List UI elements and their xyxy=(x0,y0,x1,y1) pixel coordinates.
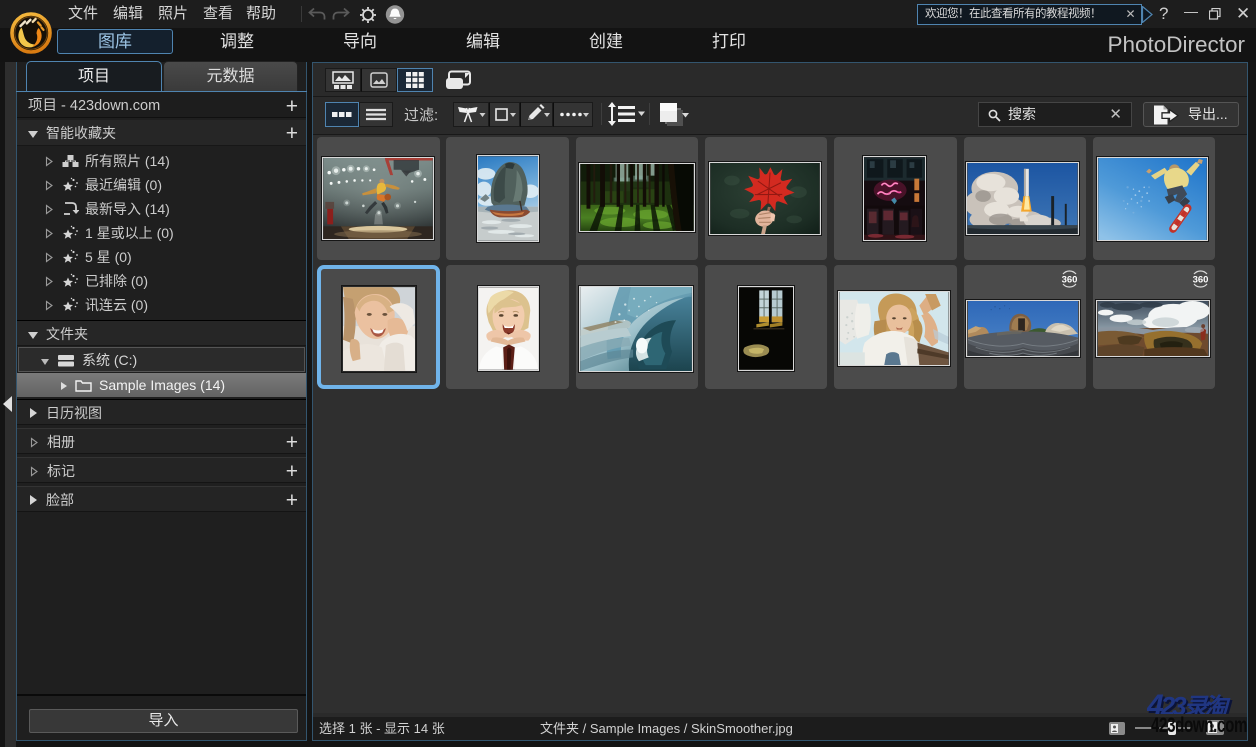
svg-text:360: 360 xyxy=(1062,275,1078,286)
svg-text:360: 360 xyxy=(1193,275,1209,286)
